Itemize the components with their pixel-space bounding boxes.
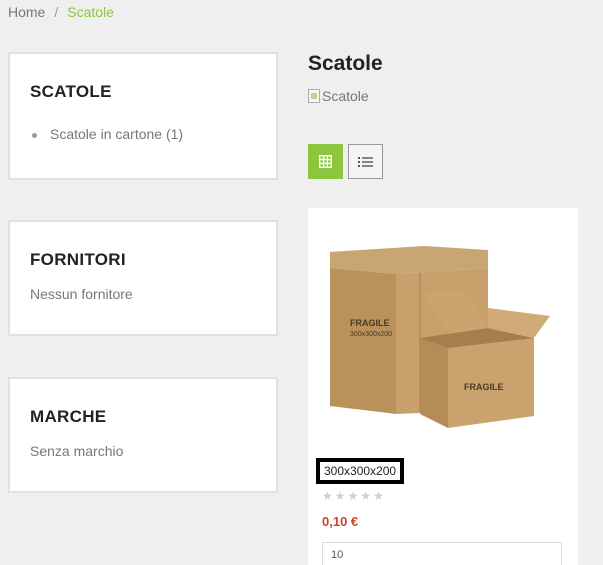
quantity-input[interactable]: 10 <box>322 542 562 565</box>
star-icon: ★ <box>322 489 333 503</box>
suppliers-text: Nessun fornitore <box>30 286 133 302</box>
breadcrumb-current[interactable]: Scatole <box>67 4 114 20</box>
brands-text: Senza marchio <box>30 443 124 459</box>
categories-list: Scatole in cartone (1) <box>32 126 183 142</box>
breadcrumb-separator: / <box>54 4 59 20</box>
star-icon: ★ <box>373 489 384 503</box>
product-image[interactable]: FRAGILE 300x300x200 FRAGILE <box>324 238 554 428</box>
category-image-alt: Scatole <box>322 88 369 104</box>
categories-title: SCATOLE <box>30 82 112 101</box>
list-view-button[interactable] <box>348 144 383 179</box>
product-name-link[interactable]: 300x300x200 <box>316 458 405 484</box>
brands-block: MARCHE Senza marchio <box>8 377 278 493</box>
product-price: 0,10 € <box>322 514 359 529</box>
page-title: Scatole <box>308 52 383 75</box>
breadcrumb: Home / Scatole <box>8 4 114 20</box>
star-icon: ★ <box>347 489 359 503</box>
grid-icon <box>319 155 332 168</box>
brands-title: MARCHE <box>30 407 107 426</box>
box-size-label: 300x300x200 <box>350 331 392 338</box>
grid-view-button[interactable] <box>308 144 343 179</box>
product-card: FRAGILE 300x300x200 FRAGILE 300x300x200 … <box>308 208 578 565</box>
category-image: Scatole <box>308 88 369 104</box>
star-icon: ★ <box>360 489 372 503</box>
suppliers-title: FORNITORI <box>30 250 126 269</box>
open-box-fragile-label: FRAGILE <box>464 382 504 392</box>
broken-image-icon <box>308 89 320 103</box>
breadcrumb-home-link[interactable]: Home <box>8 4 45 20</box>
box-fragile-label: FRAGILE <box>350 318 390 328</box>
categories-block: SCATOLE Scatole in cartone (1) <box>8 52 278 180</box>
product-rating: ★ ★ ★ ★ ★ <box>322 490 384 502</box>
list-icon <box>358 156 373 167</box>
star-icon: ★ <box>334 489 346 503</box>
suppliers-block: FORNITORI Nessun fornitore <box>8 220 278 336</box>
category-item-scatole-in-cartone[interactable]: Scatole in cartone (1) <box>32 126 183 142</box>
